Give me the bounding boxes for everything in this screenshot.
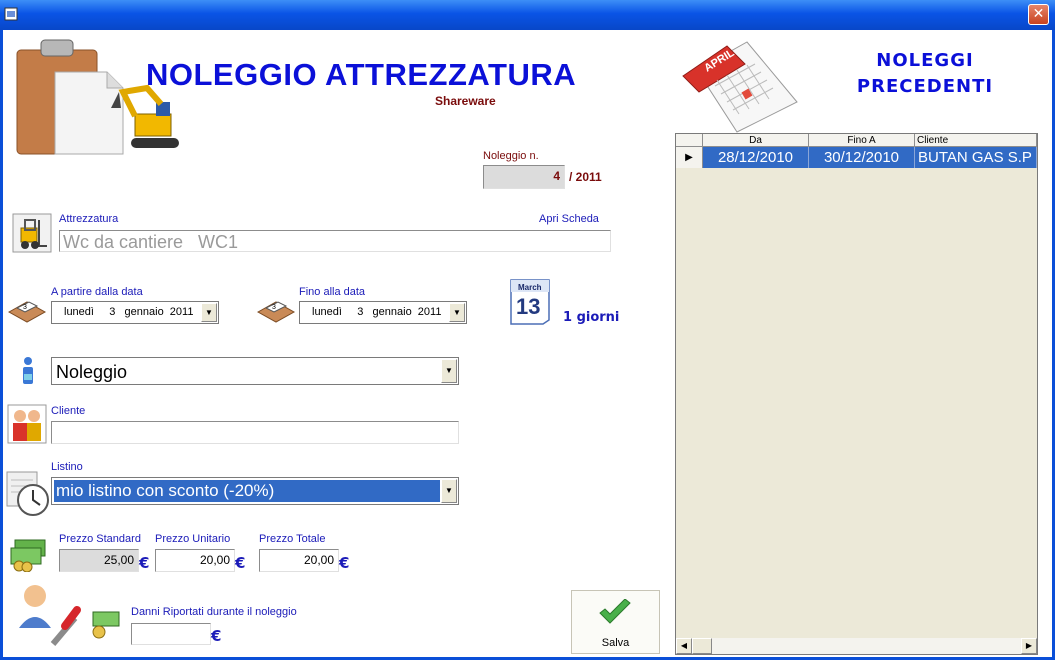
from-date-dropdown-button[interactable] — [201, 303, 217, 322]
total-price-field[interactable]: 20,00 — [259, 549, 339, 572]
money-icon — [10, 539, 46, 572]
standard-price-currency: € — [139, 554, 150, 572]
desk-calendar-to-icon: 3 — [256, 301, 296, 323]
previous-rentals-grid[interactable]: Da Fino A Cliente ▶ 28/12/2010 30/12/201… — [675, 133, 1038, 655]
shareware-label: Shareware — [435, 94, 496, 108]
damages-currency: € — [211, 627, 222, 645]
previous-rentals-title: NOLEGGI PRECEDENTI — [825, 48, 1025, 100]
column-header-to[interactable]: Fino A — [809, 134, 915, 147]
total-price-currency: € — [339, 554, 350, 572]
damages-label: Danni Riportati durante il noleggio — [131, 606, 297, 618]
column-header-from[interactable]: Da — [703, 134, 809, 147]
damages-field[interactable] — [131, 623, 211, 645]
open-sheet-link[interactable]: Apri Scheda — [539, 213, 599, 225]
forklift-icon — [12, 213, 52, 253]
price-list-dropdown-button[interactable] — [441, 479, 457, 503]
scroll-left-button[interactable]: ◀ — [676, 638, 692, 654]
calendar-april-icon: APRIL — [682, 41, 798, 133]
svg-text:3: 3 — [272, 304, 276, 311]
save-button[interactable]: Salva — [571, 590, 660, 654]
days-count: 1 giorni — [563, 310, 620, 325]
unit-price-currency: € — [235, 554, 246, 572]
client-label: Cliente — [51, 405, 86, 417]
previous-rentals-title-line2: PRECEDENTI — [856, 76, 994, 97]
to-date-picker[interactable]: lunedì 3 gennaio 2011 — [299, 301, 467, 324]
to-date-value: lunedì 3 gennaio 2011 — [312, 306, 442, 318]
row-client-cell[interactable]: BUTAN GAS S.P — [915, 147, 1037, 168]
rental-year: / 2011 — [569, 170, 602, 184]
price-list-value: mio listino con sconto (-20%) — [54, 480, 440, 502]
rental-type-dropdown-button[interactable] — [441, 359, 457, 383]
rental-type-value: Noleggio — [56, 362, 128, 382]
to-date-dropdown-button[interactable] — [449, 303, 465, 322]
price-list-label: Listino — [51, 461, 83, 473]
calendar-day-icon: March 13 — [510, 279, 550, 325]
from-date-label: A partire dalla data — [51, 286, 143, 298]
from-date-value: lunedì 3 gennaio 2011 — [64, 306, 194, 318]
column-header-client[interactable]: Cliente — [915, 134, 1037, 147]
calendar-day-number: 13 — [516, 294, 540, 319]
clipboard-excavator-logo — [16, 39, 179, 155]
svg-text:3: 3 — [23, 304, 27, 311]
grid-corner — [676, 134, 703, 147]
rental-number-field: 4 — [483, 165, 565, 189]
unit-price-field[interactable]: 20,00 — [155, 549, 235, 572]
save-button-label: Salva — [601, 637, 630, 649]
damages-icon — [19, 585, 120, 646]
scroll-thumb[interactable] — [692, 638, 712, 654]
calendar-day-month: March — [518, 283, 542, 292]
client-field[interactable] — [51, 421, 459, 444]
app-title: NOLEGGIO ATTREZZATURA — [146, 57, 577, 92]
standard-price-label: Prezzo Standard — [59, 533, 141, 545]
to-date-label: Fino alla data — [299, 286, 366, 298]
from-date-picker[interactable]: lunedì 3 gennaio 2011 — [51, 301, 219, 324]
total-price-label: Prezzo Totale — [259, 533, 326, 545]
price-list-select[interactable]: mio listino con sconto (-20%) — [51, 477, 459, 505]
app-icon — [4, 7, 18, 21]
previous-rentals-title-line1: NOLEGGI — [876, 50, 974, 71]
horizontal-scrollbar[interactable]: ◀ ▶ — [676, 638, 1037, 654]
info-icon — [23, 357, 33, 384]
main-form: NOLEGGIO ATTREZZATURA Shareware APRIL NO… — [3, 30, 1052, 657]
rental-number-label: Noleggio n. — [483, 150, 539, 162]
unit-price-label: Prezzo Unitario — [155, 533, 231, 545]
equipment-field[interactable]: Wc da cantiere WC1 — [59, 230, 611, 252]
customers-icon — [7, 404, 47, 444]
standard-price-field: 25,00 — [59, 549, 139, 572]
checkmark-icon — [599, 599, 631, 624]
price-list-clock-icon — [6, 471, 49, 516]
row-selector-arrow-icon: ▶ — [676, 147, 703, 168]
row-to-cell[interactable]: 30/12/2010 — [809, 147, 915, 168]
scroll-right-button[interactable]: ▶ — [1021, 638, 1037, 654]
equipment-label: Attrezzatura — [59, 213, 119, 225]
desk-calendar-from-icon: 3 — [7, 301, 47, 323]
app-window: ✕ NOLEGGIO ATTREZZATURA Shareware APRIL — [0, 0, 1055, 660]
close-button[interactable]: ✕ — [1028, 4, 1049, 25]
row-from-cell[interactable]: 28/12/2010 — [703, 147, 809, 168]
rental-type-select[interactable]: Noleggio — [51, 357, 459, 385]
title-bar[interactable]: ✕ — [0, 0, 1055, 30]
